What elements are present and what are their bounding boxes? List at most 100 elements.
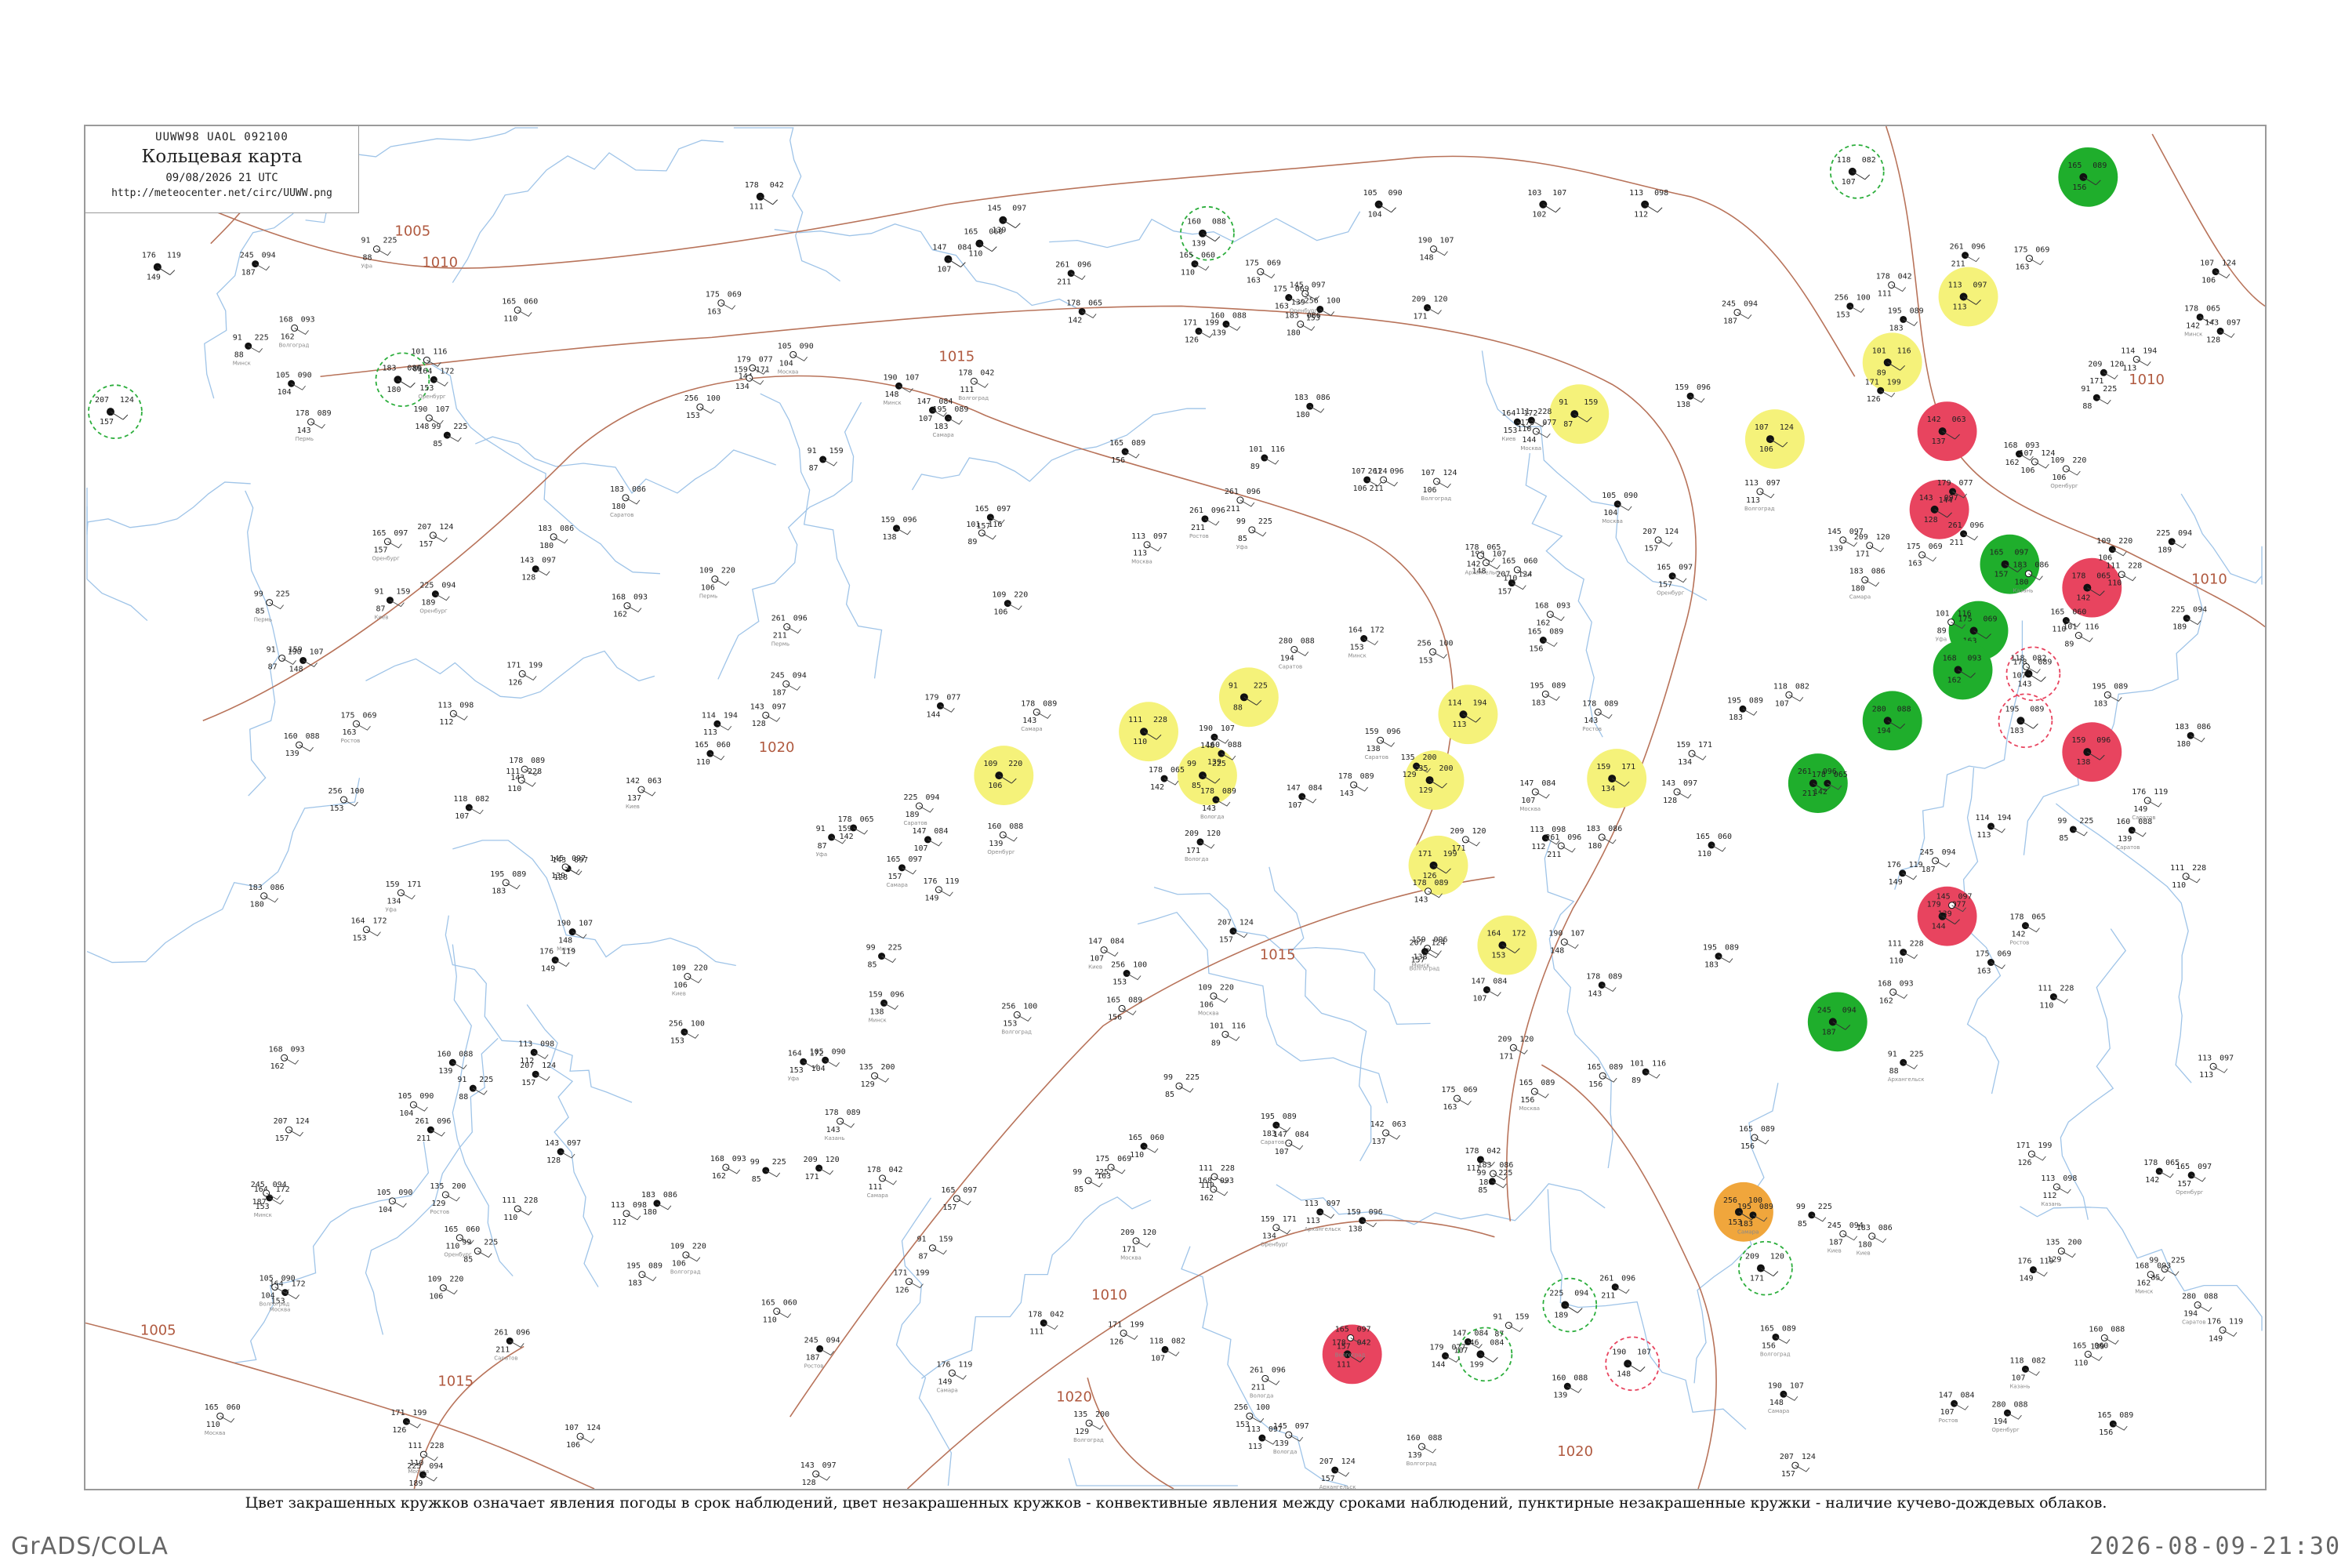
weather-station[interactable]: 195 089183: [490, 870, 526, 896]
weather-station[interactable]: 164 172153Минск: [1348, 626, 1385, 659]
weather-station[interactable]: 165 097157: [1980, 534, 2040, 594]
weather-station[interactable]: 178 042111: [1876, 273, 1912, 299]
weather-station[interactable]: 207 124157: [88, 384, 143, 439]
weather-station[interactable]: 109 220106Москва: [1198, 983, 1234, 1016]
weather-station[interactable]: 113 097113: [2198, 1054, 2234, 1080]
weather-station[interactable]: 135 200129Волгоград: [1073, 1410, 1109, 1443]
weather-station[interactable]: 159 171134: [1676, 741, 1712, 767]
weather-station[interactable]: 101 11689: [1630, 1059, 1666, 1085]
weather-station[interactable]: 109 220106: [992, 591, 1028, 617]
weather-station[interactable]: 143 097128: [1661, 779, 1697, 805]
weather-station[interactable]: 99 22585: [866, 944, 902, 970]
weather-station[interactable]: 178 065142Архангельск: [1465, 543, 1501, 576]
weather-station[interactable]: 195 089183: [626, 1262, 662, 1288]
weather-station[interactable]: 105 090104: [397, 1092, 434, 1118]
weather-station[interactable]: 168 093162: [1933, 640, 1993, 700]
weather-station[interactable]: 107 124106: [2200, 260, 2236, 285]
weather-station[interactable]: 147 084107Ростов: [1939, 1391, 1975, 1424]
weather-station[interactable]: 147 084107: [1471, 977, 1507, 1003]
weather-station[interactable]: 195 089183Саратов: [1261, 1112, 1297, 1145]
weather-station[interactable]: 101 11689: [1249, 445, 1285, 471]
weather-station[interactable]: 178 042111: [745, 181, 784, 212]
weather-station[interactable]: 171 199126: [1108, 1320, 1144, 1346]
weather-station[interactable]: 171 199126: [506, 661, 543, 687]
weather-station[interactable]: 190107148: [1605, 1336, 1661, 1392]
weather-station[interactable]: 261 096211Пермь: [771, 615, 808, 648]
weather-station[interactable]: 147 084107: [912, 827, 948, 853]
weather-station[interactable]: 168 093162: [612, 593, 648, 619]
weather-station[interactable]: 256 100153: [1835, 293, 1871, 319]
weather-station[interactable]: 165 097157: [941, 1186, 977, 1212]
weather-station[interactable]: 175069163: [706, 291, 742, 317]
weather-station[interactable]: 91 22588Архангельск: [1888, 1050, 1925, 1083]
weather-station[interactable]: 261 096211: [1599, 1275, 1635, 1301]
weather-station[interactable]: 101 11689: [2063, 623, 2099, 649]
weather-station[interactable]: 165 089156: [1739, 1125, 1775, 1151]
weather-station[interactable]: 165 060110: [1696, 833, 1732, 858]
weather-station[interactable]: 111 228110: [502, 1196, 538, 1222]
weather-station[interactable]: 209 120171: [1854, 533, 1890, 559]
weather-station[interactable]: 118 082107: [1829, 144, 1885, 199]
weather-station[interactable]: 165 097157Оренбург: [372, 529, 408, 562]
weather-station[interactable]: 176 119149Саратов: [2132, 788, 2168, 821]
weather-station[interactable]: 91 22588Минск: [233, 333, 269, 366]
weather-station[interactable]: 190 107148Самара: [1768, 1381, 1804, 1414]
weather-station[interactable]: 209 120171: [1497, 1035, 1534, 1061]
weather-station[interactable]: 165 097157Оренбург: [2176, 1163, 2212, 1196]
weather-station[interactable]: 261 096211: [1950, 243, 1986, 269]
weather-station[interactable]: 147 084107: [1287, 784, 1323, 810]
weather-station[interactable]: 176 119149Самара: [936, 1360, 972, 1393]
weather-station[interactable]: 280 088194Оренбург: [1992, 1400, 2028, 1433]
weather-station[interactable]: 280 088194: [1862, 691, 1922, 751]
weather-station[interactable]: 168 093162: [269, 1045, 305, 1071]
weather-station[interactable]: 178 065142: [1066, 299, 1102, 325]
weather-station[interactable]: 113 097113: [1938, 267, 1998, 327]
weather-station[interactable]: 175069163: [1976, 950, 2012, 976]
weather-station[interactable]: 109 220106Киев: [672, 964, 708, 997]
weather-station[interactable]: 114 194113: [1976, 814, 2012, 840]
weather-station[interactable]: 207 124157: [1642, 528, 1679, 554]
weather-station[interactable]: 118 082107: [1149, 1337, 1185, 1363]
weather-station[interactable]: 256 100153: [684, 394, 720, 420]
weather-station[interactable]: 91 15987Киев: [374, 588, 410, 621]
weather-station[interactable]: 109 220106: [974, 746, 1034, 806]
weather-station[interactable]: 99 22585: [431, 423, 467, 448]
weather-station[interactable]: 207 124157: [1218, 919, 1254, 945]
weather-station[interactable]: 143 097128: [2205, 318, 2241, 344]
weather-station[interactable]: 159 096138: [1675, 383, 1711, 409]
weather-station[interactable]: 105 090104: [376, 1189, 412, 1214]
weather-station[interactable]: 109 220106: [427, 1276, 463, 1301]
weather-station[interactable]: 165 060110: [1128, 1134, 1164, 1160]
weather-station[interactable]: 178 042111Волгоград: [958, 368, 994, 401]
weather-station[interactable]: 99 22585: [1177, 746, 1237, 806]
weather-station[interactable]: 178 089143: [1338, 772, 1374, 798]
weather-station[interactable]: 147 084107: [932, 244, 971, 274]
weather-station[interactable]: 113 098112Казань: [2041, 1174, 2077, 1207]
weather-station[interactable]: 142 063137: [1370, 1120, 1406, 1146]
weather-station[interactable]: 145 097139Вологда: [1273, 1422, 1309, 1455]
weather-station[interactable]: 183 086180: [1586, 825, 1622, 851]
weather-station[interactable]: 107 124106Волгоград: [1421, 469, 1457, 502]
weather-station[interactable]: 195 089183: [1530, 681, 1566, 707]
weather-station[interactable]: 165 097157Самара: [887, 855, 923, 888]
weather-station[interactable]: 165 089156Волгоград: [1760, 1324, 1796, 1357]
weather-station[interactable]: 99 22585: [1073, 1168, 1109, 1194]
weather-station[interactable]: 261 096211: [415, 1117, 451, 1143]
weather-station[interactable]: 107 124106: [1744, 409, 1805, 469]
weather-station[interactable]: 111 228110: [2038, 984, 2074, 1010]
weather-station[interactable]: 113 098112: [1629, 189, 1668, 220]
weather-station[interactable]: 105 090104Москва: [778, 342, 814, 375]
weather-station[interactable]: 159 171134Оренбург: [1261, 1215, 1297, 1248]
weather-station[interactable]: 183 086180: [1294, 394, 1330, 419]
weather-station[interactable]: 159 096138Саратов: [1365, 728, 1401, 760]
weather-station[interactable]: 91 22588: [2081, 385, 2117, 411]
weather-station[interactable]: 109 220106Оренбург: [2050, 456, 2086, 489]
weather-station[interactable]: 91 15987: [808, 447, 844, 473]
weather-station[interactable]: 176 119149: [923, 877, 959, 903]
weather-station[interactable]: 178 065142: [2143, 1159, 2180, 1185]
weather-station[interactable]: 175069163: [1907, 543, 1943, 568]
weather-station[interactable]: 261 096211: [1545, 833, 1581, 859]
weather-station[interactable]: 165 089156: [2097, 1411, 2133, 1437]
weather-station[interactable]: 160 088139Оренбург: [987, 822, 1023, 855]
weather-station[interactable]: 261 096211: [1788, 753, 1848, 813]
